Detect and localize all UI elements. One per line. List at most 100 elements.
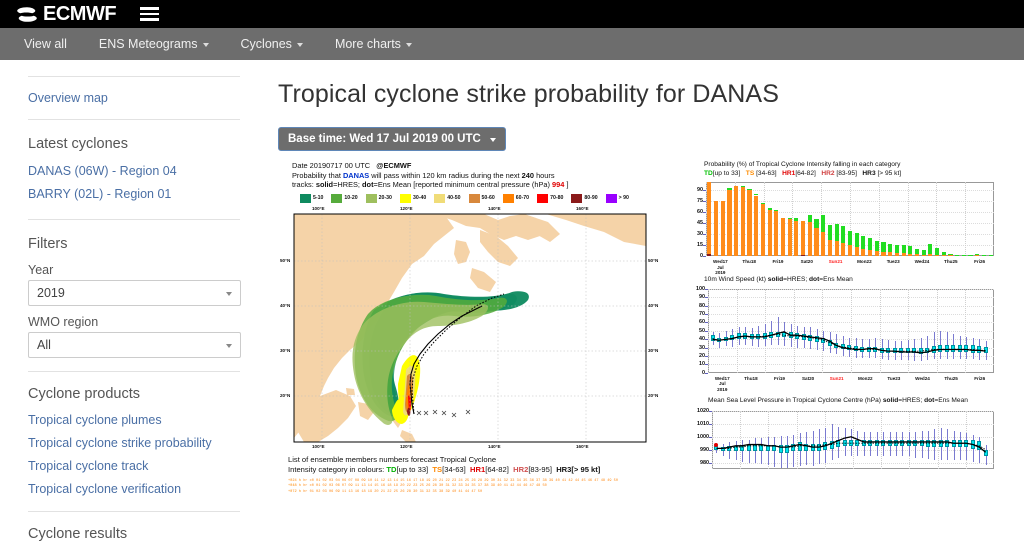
nav-item-more-charts[interactable]: More charts — [319, 28, 428, 60]
legend-entry: 40-50 — [434, 193, 461, 203]
intensity-bar-chart[interactable]: Wed17 Jul 2019 Thu18 Fri19 Sat20 Sun21 Mon22 Tue… — [678, 178, 1024, 275]
sidebar-item-danas[interactable]: DANAS (06W) - Region 04 — [28, 160, 240, 183]
page-body: Overview map Latest cyclones DANAS (06W)… — [0, 60, 1024, 542]
map-container[interactable]: 100°E 120°E 140°E 160°E 100°E 120°E 140°… — [278, 206, 674, 450]
nav-item-view-all[interactable]: View all — [8, 28, 83, 60]
ensemble-caption: List of ensemble members numbers forecas… — [278, 455, 674, 475]
sidebar-item-overview-map[interactable]: Overview map — [28, 87, 240, 110]
box — [853, 345, 858, 351]
bar-segment — [888, 243, 893, 253]
map-lon-tick: 140°E — [488, 205, 501, 211]
box — [827, 340, 832, 346]
box — [808, 334, 813, 341]
sidebar-item-tc-track[interactable]: Tropical cyclone track — [28, 455, 240, 478]
year-select[interactable]: 2019 — [28, 280, 241, 306]
y-tick-mark — [705, 372, 708, 374]
box — [887, 439, 892, 447]
bar-segment — [941, 251, 946, 256]
box — [797, 442, 802, 452]
box — [868, 439, 873, 447]
box — [912, 348, 917, 354]
map-svg[interactable] — [284, 206, 656, 450]
y-tick-mark — [709, 411, 712, 413]
legend-entry: 10-20 — [331, 193, 358, 203]
whisker — [761, 438, 763, 465]
mslp-boxplot[interactable]: 980 990 1000 1010 1020 — [678, 405, 1024, 471]
legend-entry: 30-40 — [399, 193, 426, 203]
ensemble-row-members: hr 01 02 03 06 09 11 13 16 18 19 20 21 2… — [303, 489, 483, 494]
wmo-region-select[interactable]: All — [28, 332, 241, 358]
sidebar-item-tc-strike-probability[interactable]: Tropical cyclone strike probability — [28, 432, 240, 455]
box — [879, 347, 884, 353]
legend-swatch — [331, 193, 343, 203]
bar-segment — [941, 255, 946, 257]
hamburger-icon[interactable] — [140, 7, 160, 21]
bar-segment — [713, 200, 719, 257]
sidebar-item-tc-plumes[interactable]: Tropical cyclone plumes — [28, 409, 240, 432]
y-tick-mark — [703, 222, 706, 224]
base-time-dropdown[interactable]: Base time: Wed 17 Jul 2019 00 UTC — [278, 127, 506, 151]
nav-item-cyclones[interactable]: Cyclones — [225, 28, 319, 60]
y-axis-tick: 75 — [697, 197, 703, 204]
forecast-hours: 240 — [521, 170, 534, 180]
box — [710, 334, 715, 341]
y-tick-mark — [703, 233, 706, 235]
bar-segment — [988, 254, 993, 256]
bar-segment — [834, 223, 839, 242]
y-tick-mark — [703, 200, 706, 202]
bar-segment — [760, 204, 765, 257]
ecmwf-logo[interactable]: ECMWF — [14, 4, 117, 24]
map-lon-tick: 160°E — [576, 205, 589, 211]
y-tick-mark — [709, 450, 712, 451]
ensemble-member-table: +024 h hr c0 01 02 03 04 06 07 08 09 10 … — [278, 479, 674, 495]
y-axis-tick: 30 — [697, 230, 703, 237]
bar-segment — [801, 220, 806, 255]
chevron-down-icon — [296, 43, 303, 47]
wind-speed-boxplot[interactable]: Wed17 Jul 2019 Thu18 Fri19 Sat20 Sun21 Mon22 Tue… — [678, 285, 1024, 395]
ecmwf-logo-icon — [14, 6, 40, 23]
box — [814, 335, 819, 342]
box — [782, 331, 787, 338]
legend-swatch — [605, 193, 617, 203]
box — [906, 439, 911, 447]
box — [759, 444, 764, 452]
mslp-title: Mean Sea Level Pressure in Tropical Cycl… — [708, 396, 968, 404]
bar-segment — [767, 209, 772, 257]
bar-segment — [854, 247, 859, 257]
y-axis-tick: 0 — [700, 253, 703, 260]
bar-segment — [955, 255, 960, 257]
bar-segment — [847, 245, 853, 257]
bar-segment — [928, 244, 933, 254]
box — [977, 441, 982, 451]
main-nav: View all ENS Meteograms Cyclones More ch… — [0, 28, 1024, 60]
legend-entry: > 90 — [605, 193, 629, 203]
sidebar-heading-cyclone-products: Cyclone products — [28, 386, 141, 402]
legend-label: > 90 — [618, 195, 629, 202]
bar-segment — [834, 241, 839, 257]
y-tick-mark — [703, 245, 706, 246]
sidebar-item-barry[interactable]: BARRY (02L) - Region 01 — [28, 183, 240, 206]
box — [866, 346, 871, 352]
box — [778, 444, 783, 453]
y-axis-tick: 90 — [697, 186, 703, 193]
figure-header: Date 20190717 00 UTC @ECMWF Probability … — [292, 161, 569, 190]
y-tick-mark — [705, 297, 708, 298]
box — [717, 337, 722, 342]
y-tick-mark — [705, 322, 708, 324]
bar-segment — [901, 245, 906, 254]
sidebar-item-tc-verification[interactable]: Tropical cyclone verification — [28, 478, 240, 501]
ensemble-row-members: hr c0 01 02 03 04 06 07 08 09 10 11 12 1… — [303, 478, 618, 483]
bar-segment — [921, 254, 926, 257]
strike-probability-map[interactable]: 100°E 120°E 140°E 160°E 100°E 120°E 140°… — [280, 205, 658, 450]
bar-segment — [874, 251, 879, 257]
y-tick-mark — [705, 288, 708, 290]
map-lon-tick: 120°E — [400, 205, 413, 211]
box — [918, 348, 923, 355]
box — [970, 439, 975, 449]
nav-item-ens-meteograms[interactable]: ENS Meteograms — [83, 28, 225, 60]
wind-speed-panel: 10m Wind Speed (kt) solid=HRES; dot=Ens … — [678, 276, 1024, 395]
bar-segment — [807, 222, 812, 257]
bar-segment — [914, 253, 920, 257]
box — [977, 345, 982, 353]
gridline — [879, 288, 881, 373]
